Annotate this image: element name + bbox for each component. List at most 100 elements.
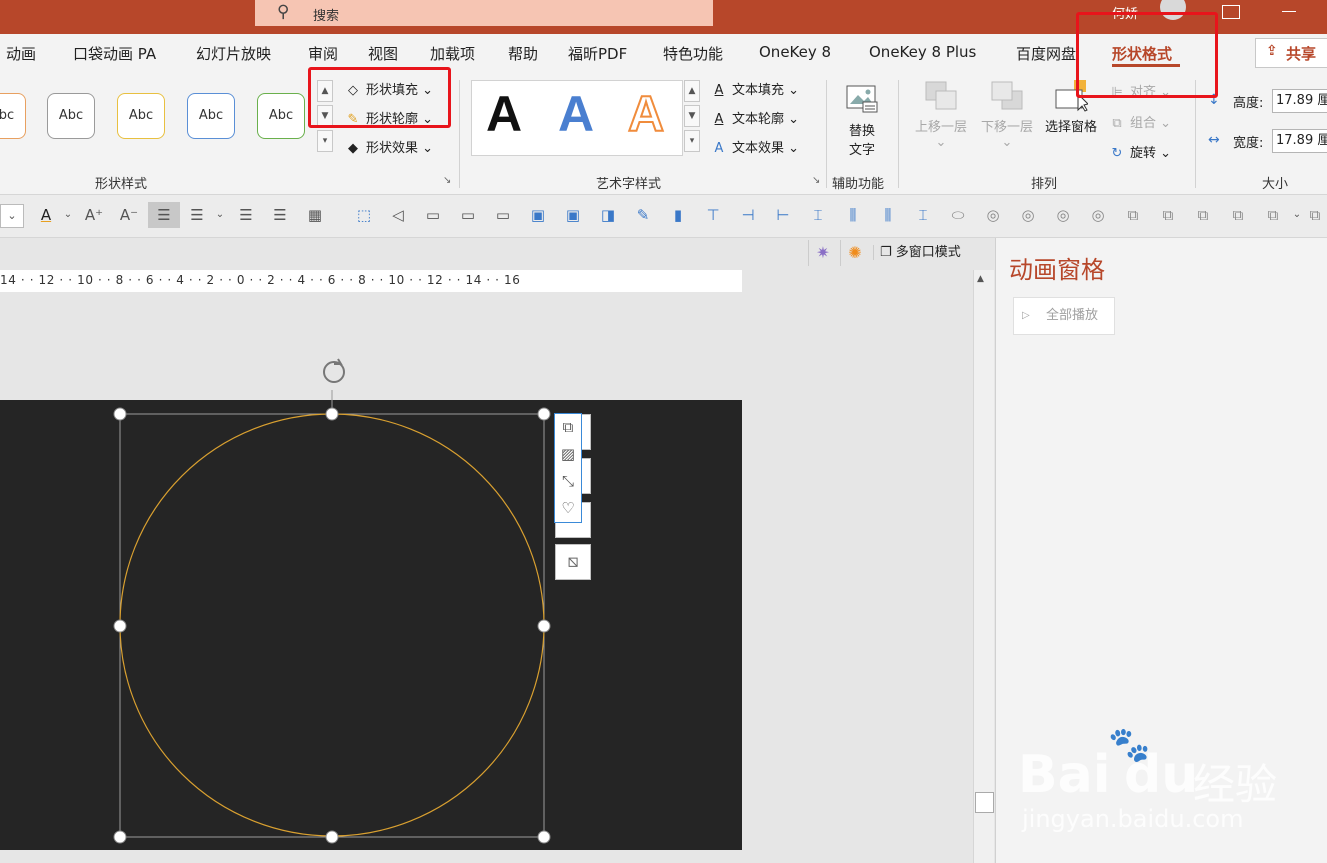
- magic-wand-icon[interactable]: ✷: [808, 240, 837, 266]
- resize-handles[interactable]: [113, 407, 551, 844]
- combine-icon[interactable]: ◎: [1016, 202, 1040, 228]
- image-icon[interactable]: ▨: [555, 441, 581, 468]
- shape-style-swatch[interactable]: Abc: [257, 93, 305, 139]
- tab-pocket-animation[interactable]: 口袋动画 PA: [73, 43, 156, 64]
- width-input[interactable]: 17.89 厘米: [1272, 129, 1327, 153]
- align-middle-icon[interactable]: ⌶: [806, 202, 830, 228]
- tab-addins[interactable]: 加载项: [430, 43, 475, 64]
- quick-shape-menu[interactable]: ⧉ ▨ ⤡ ♡: [554, 413, 582, 523]
- vertical-scrollbar[interactable]: ▲: [973, 270, 994, 863]
- text-fill-button[interactable]: A 文本填充 ⌄: [709, 79, 800, 98]
- send-backward-icon[interactable]: ⧉: [1226, 202, 1250, 228]
- more-tools-icon[interactable]: ⧉: [1303, 202, 1327, 228]
- wordart-more-icon[interactable]: ▾: [684, 130, 700, 152]
- tab-slideshow[interactable]: 幻灯片放映: [196, 43, 271, 64]
- edit-shape-icon[interactable]: ✎: [631, 202, 655, 228]
- justify-icon[interactable]: ☰: [185, 202, 209, 228]
- shape-style-swatch[interactable]: Abc: [47, 93, 95, 139]
- alt-text-button[interactable]: 替换 文字: [840, 84, 884, 158]
- minimize-icon[interactable]: [1282, 11, 1296, 12]
- rotate-button[interactable]: ↻ 旋转 ⌄: [1107, 142, 1172, 161]
- tab-special-features[interactable]: 特色功能: [663, 43, 723, 64]
- increase-font-icon[interactable]: A⁺: [82, 202, 106, 228]
- send-backward-button[interactable]: 下移一层 ⌄: [976, 80, 1038, 150]
- distribute-vertical-icon[interactable]: ⫼: [876, 202, 900, 228]
- circle-outline[interactable]: [119, 413, 545, 837]
- align-right-icon[interactable]: ☰: [268, 202, 292, 228]
- dialog-launcher-icon[interactable]: ↘: [812, 175, 820, 186]
- shapes-icon[interactable]: ⧉: [555, 414, 581, 441]
- ungroup-icon[interactable]: ⧉: [1156, 202, 1180, 228]
- chevron-down-icon[interactable]: ⌄: [208, 202, 232, 228]
- merge-shapes-icon[interactable]: ⬭: [946, 202, 970, 228]
- align-center-icon[interactable]: ☰: [148, 202, 180, 228]
- tab-help[interactable]: 帮助: [508, 43, 538, 64]
- triangle-icon[interactable]: ◁: [386, 202, 410, 228]
- bring-forward-icon: [925, 81, 957, 110]
- text-direction-icon[interactable]: ▣: [561, 202, 585, 228]
- tab-review[interactable]: 审阅: [308, 43, 338, 64]
- share-button[interactable]: ⇪ 共享: [1255, 38, 1327, 68]
- table-icon[interactable]: ▦: [303, 202, 327, 228]
- multi-window-mode-button[interactable]: ❐ 多窗口模式: [873, 240, 991, 266]
- bring-forward-icon[interactable]: ⧉: [1191, 202, 1215, 228]
- text-effects-button[interactable]: A 文本效果 ⌄: [709, 137, 800, 156]
- font-size-dropdown[interactable]: ⌄: [0, 204, 24, 228]
- selected-circle-shape[interactable]: [0, 292, 742, 863]
- ribbon-display-icon[interactable]: [1222, 5, 1240, 19]
- textbox-bottom-icon[interactable]: ▭: [456, 202, 480, 228]
- shape-style-swatch[interactable]: Abc: [0, 93, 26, 139]
- textbox-top-icon[interactable]: ▭: [491, 202, 515, 228]
- wordart-sample-black[interactable]: A: [486, 85, 522, 143]
- group-objects-button[interactable]: ⧉ 组合 ⌄: [1107, 112, 1171, 131]
- align-left-icon[interactable]: ☰: [234, 202, 258, 228]
- crop-icon[interactable]: ⤡: [555, 468, 581, 495]
- textbox-icon[interactable]: ▭: [421, 202, 445, 228]
- chevron-down-icon[interactable]: ⌄: [56, 202, 80, 228]
- gallery-more-icon[interactable]: ▾: [317, 130, 333, 152]
- tab-onekey-8-plus[interactable]: OneKey 8 Plus: [869, 43, 976, 61]
- text-frame-icon[interactable]: ▣: [526, 202, 550, 228]
- dialog-launcher-icon[interactable]: ↘: [443, 175, 451, 186]
- scroll-thumb[interactable]: [975, 792, 994, 813]
- intersect-icon[interactable]: ◎: [1086, 202, 1110, 228]
- height-input[interactable]: 17.89 厘米: [1272, 89, 1327, 113]
- tab-foxit-pdf[interactable]: 福昕PDF: [568, 43, 627, 64]
- decrease-font-icon[interactable]: A⁻: [117, 202, 141, 228]
- play-all-button[interactable]: ▷ 全部播放: [1013, 297, 1115, 335]
- fragment-icon[interactable]: ◎: [1051, 202, 1075, 228]
- distribute-horizontal-icon[interactable]: ⫼: [841, 202, 865, 228]
- font-color-icon[interactable]: A: [34, 202, 58, 228]
- align-center-obj-icon[interactable]: ⌶: [911, 202, 935, 228]
- rotate-handle-icon[interactable]: [323, 358, 345, 383]
- align-left-obj-icon[interactable]: ⊢: [771, 202, 795, 228]
- arrange-icon[interactable]: ⧉: [1261, 202, 1285, 228]
- scroll-up-icon[interactable]: ▲: [977, 274, 984, 284]
- heart-icon[interactable]: ♡: [555, 495, 581, 522]
- wordart-scroll-up-icon[interactable]: ▲: [684, 80, 700, 102]
- align-top-icon[interactable]: ⊤: [701, 202, 725, 228]
- wordart-sample-blue[interactable]: A: [558, 85, 594, 143]
- bring-forward-button[interactable]: 上移一层 ⌄: [910, 80, 972, 150]
- union-icon[interactable]: ◎: [981, 202, 1005, 228]
- tab-onekey-8[interactable]: OneKey 8: [759, 43, 831, 61]
- text-outline-button[interactable]: A 文本轮廓 ⌄: [709, 108, 800, 127]
- align-right-obj-icon[interactable]: ⊣: [736, 202, 760, 228]
- search-box[interactable]: ⚲ 搜索: [255, 0, 713, 26]
- tab-view[interactable]: 视图: [368, 43, 398, 64]
- shape-style-swatch[interactable]: Abc: [117, 93, 165, 139]
- tab-baidu-netdisk[interactable]: 百度网盘: [1016, 43, 1076, 64]
- wordart-sample-orange-outline[interactable]: A: [627, 85, 665, 143]
- gear-icon[interactable]: ✺: [840, 240, 869, 266]
- shape-effects-button[interactable]: ◆ 形状效果 ⌄: [343, 137, 433, 156]
- tab-animations[interactable]: 动画: [6, 43, 36, 64]
- wordart-scroll-down-icon[interactable]: ▼: [684, 105, 700, 127]
- slide-canvas[interactable]: ⧅ ⧉ ▨ ⤡ ♡: [0, 292, 973, 863]
- chart-icon[interactable]: ▮: [666, 202, 690, 228]
- shapes-icon[interactable]: ◨: [596, 202, 620, 228]
- resize-icon[interactable]: ⧅: [555, 544, 591, 580]
- group-objects-icon[interactable]: ⧉: [1121, 202, 1145, 228]
- shape-style-swatch[interactable]: Abc: [187, 93, 235, 139]
- wordart-gallery[interactable]: A A A: [471, 80, 683, 156]
- edit-points-icon[interactable]: ⬚: [352, 202, 376, 228]
